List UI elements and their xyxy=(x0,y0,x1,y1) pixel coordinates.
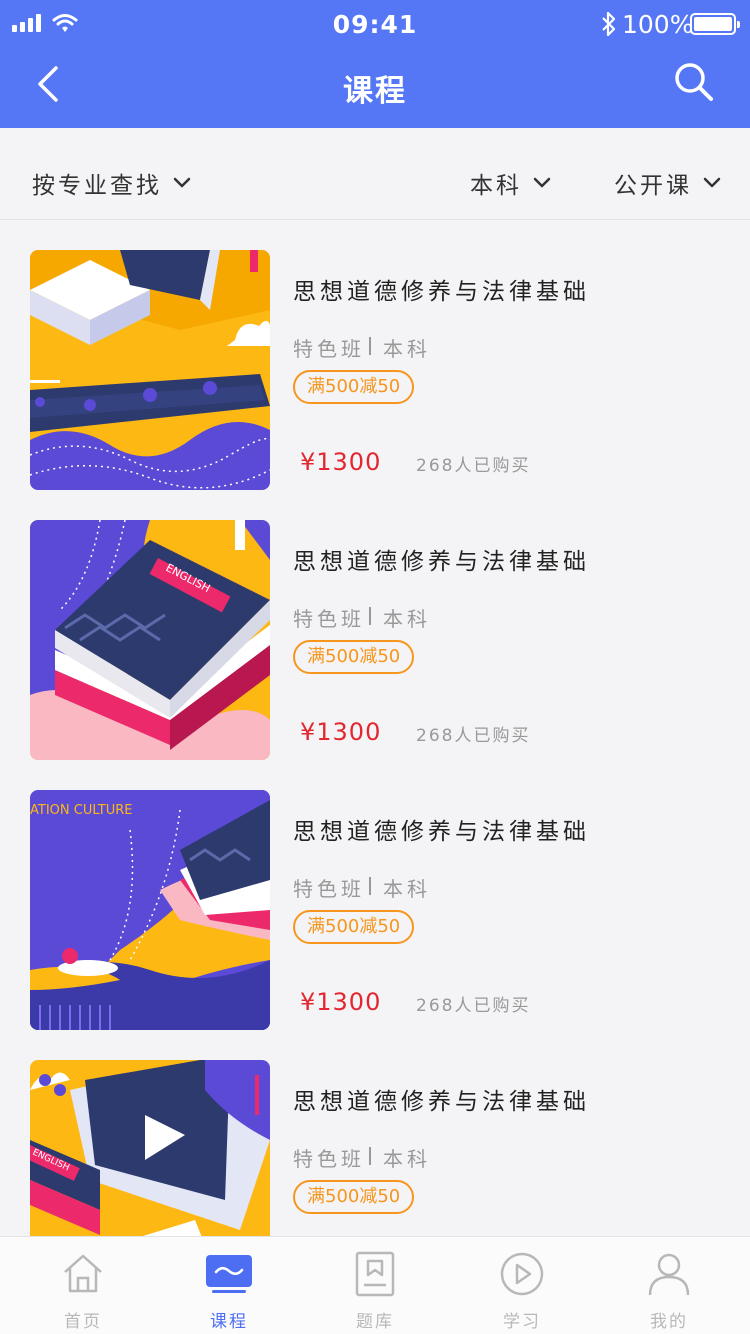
header: 09:41 100% 课程 xyxy=(0,0,750,128)
thumb-text: ATION CULTURE xyxy=(30,803,133,818)
battery-percent: 100% xyxy=(622,10,694,39)
buyer-count: 268人已购买 xyxy=(416,456,531,476)
course-tag-class: 特色班 xyxy=(293,607,365,631)
tab-course[interactable]: 课程 xyxy=(154,1237,304,1334)
course-thumbnail[interactable]: ENGLISH xyxy=(30,1060,270,1236)
course-tag-level: 本科 xyxy=(383,607,431,631)
course-price: ¥1300 xyxy=(300,718,382,746)
course-tags: 特色班 本科 xyxy=(293,873,431,902)
tag-divider xyxy=(369,876,371,895)
tab-study[interactable]: 学习 xyxy=(447,1237,597,1334)
course-tags: 特色班 本科 xyxy=(293,333,431,362)
search-icon[interactable] xyxy=(672,60,716,104)
course-tag-level: 本科 xyxy=(383,877,431,901)
filter-type-label: 公开课 xyxy=(614,173,692,199)
course-icon xyxy=(206,1255,252,1293)
promo-badge: 满500减50 xyxy=(293,910,415,944)
course-thumbnail[interactable]: ATION CULTURE xyxy=(30,790,270,1030)
course-thumbnail[interactable] xyxy=(30,250,270,490)
tag-divider xyxy=(369,336,371,355)
filter-level-label: 本科 xyxy=(470,173,522,199)
course-title: 思想道德修养与法律基础 xyxy=(293,819,590,845)
course-card[interactable]: ENGLISH 思想道德修养与法律基础 特色班 本科 满500减50 ¥1300… xyxy=(0,490,750,760)
status-bar: 09:41 100% xyxy=(0,0,750,48)
tab-study-label: 学习 xyxy=(503,1312,541,1332)
promo-badge: 满500减50 xyxy=(293,640,415,674)
course-title: 思想道德修养与法律基础 xyxy=(293,1089,590,1115)
course-tag-class: 特色班 xyxy=(293,1147,365,1171)
filter-major-label: 按专业查找 xyxy=(32,173,162,199)
tab-question-bank-label: 题库 xyxy=(356,1312,394,1332)
filter-major-dropdown[interactable]: 按专业查找 xyxy=(32,166,192,200)
promo-badge: 满500减50 xyxy=(293,1180,415,1214)
chevron-down-icon xyxy=(173,177,191,188)
profile-icon xyxy=(648,1253,690,1296)
filter-level-dropdown[interactable]: 本科 xyxy=(470,166,552,200)
promo-badge: 满500减50 xyxy=(293,370,415,404)
course-tag-class: 特色班 xyxy=(293,877,365,901)
course-tags: 特色班 本科 xyxy=(293,1143,431,1172)
filter-bar: 按专业查找 本科 公开课 xyxy=(0,128,750,220)
course-list: 思想道德修养与法律基础 特色班 本科 满500减50 ¥1300 268人已购买 xyxy=(0,220,750,1236)
course-tag-level: 本科 xyxy=(383,1147,431,1171)
buyer-count: 268人已购买 xyxy=(416,996,531,1016)
course-price: ¥1300 xyxy=(300,988,382,1016)
course-tag-level: 本科 xyxy=(383,337,431,361)
tab-mine-label: 我的 xyxy=(650,1312,688,1332)
play-icon xyxy=(500,1252,544,1296)
filter-type-dropdown[interactable]: 公开课 xyxy=(614,166,722,200)
course-card[interactable]: 思想道德修养与法律基础 特色班 本科 满500减50 ¥1300 268人已购买 xyxy=(0,220,750,490)
course-tags: 特色班 本科 xyxy=(293,603,431,632)
chevron-down-icon xyxy=(533,177,551,188)
tab-bar: 首页 课程 题库 学习 我的 xyxy=(0,1236,750,1334)
buyer-count: 268人已购买 xyxy=(416,726,531,746)
course-card[interactable]: ATION CULTURE 思想道德修养与法律基础 特色班 本科 满500减50… xyxy=(0,760,750,1030)
course-price: ¥1300 xyxy=(300,448,382,476)
tag-divider xyxy=(369,606,371,625)
page-title: 课程 xyxy=(343,74,407,109)
course-title: 思想道德修养与法律基础 xyxy=(293,549,590,575)
chevron-down-icon xyxy=(703,177,721,188)
tab-question-bank[interactable]: 题库 xyxy=(300,1237,450,1334)
battery-icon xyxy=(690,13,740,35)
question-bank-icon xyxy=(355,1251,395,1297)
course-title: 思想道德修养与法律基础 xyxy=(293,279,590,305)
tab-course-label: 课程 xyxy=(210,1312,248,1332)
tag-divider xyxy=(369,1146,371,1165)
bluetooth-icon xyxy=(602,11,616,37)
tab-home-label: 首页 xyxy=(64,1312,102,1332)
course-card[interactable]: ENGLISH 思想道德修养与法律基础 特色班 本科 满500减50 xyxy=(0,1030,750,1236)
course-tag-class: 特色班 xyxy=(293,337,365,361)
course-thumbnail[interactable]: ENGLISH xyxy=(30,520,270,760)
home-icon xyxy=(64,1254,102,1293)
tab-mine[interactable]: 我的 xyxy=(594,1237,744,1334)
tab-home[interactable]: 首页 xyxy=(8,1237,158,1334)
